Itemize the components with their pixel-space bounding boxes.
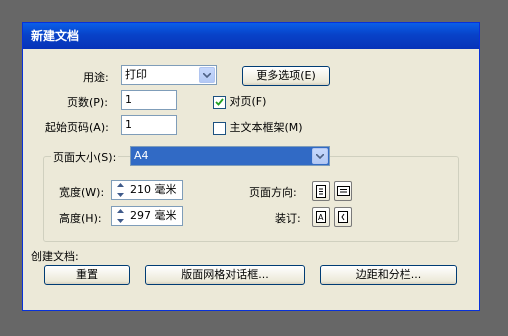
orientation-label: 页面方向: (249, 186, 297, 199)
binding-label: 装订: (275, 212, 301, 225)
width-label: 宽度(W): (59, 186, 105, 199)
spin-up-icon[interactable] (113, 206, 127, 216)
left-to-right-icon[interactable]: A (312, 207, 330, 227)
more-options-button[interactable]: 更多选项(E) (242, 66, 330, 86)
usage-select[interactable]: 打印 (121, 65, 217, 85)
pages-input[interactable]: 1 (121, 90, 177, 110)
layout-grid-button[interactable]: 版面网格对话框... (145, 265, 305, 285)
width-stepper[interactable] (113, 180, 127, 200)
usage-label: 用途: (83, 71, 109, 84)
desktop: { "window": {"title": "新建文档"}, "usage": … (0, 0, 508, 336)
reset-button[interactable]: 重置 (44, 265, 130, 285)
height-stepper[interactable] (113, 206, 127, 226)
page-size-value: A4 (134, 149, 149, 162)
height-label: 高度(H): (59, 212, 102, 225)
chevron-down-icon[interactable] (312, 148, 328, 164)
right-to-left-icon[interactable] (334, 207, 352, 227)
create-document-label: 创建文档: (31, 250, 79, 263)
start-page-label: 起始页码(A): (45, 121, 109, 134)
facing-pages-checkbox[interactable]: 对页(F) (213, 93, 266, 109)
new-document-dialog: 新建文档 用途: 打印 更多选项(E) 页数(P): 1 对页(F) 起始页码(… (22, 22, 480, 311)
dialog-title: 新建文档 (23, 23, 479, 49)
start-page-input[interactable]: 1 (121, 115, 177, 135)
chevron-down-icon[interactable] (199, 67, 215, 83)
spin-down-icon[interactable] (113, 216, 127, 226)
page-size-select[interactable]: A4 (130, 146, 330, 166)
checkbox-box (213, 121, 226, 135)
spin-down-icon[interactable] (113, 190, 127, 200)
portrait-icon[interactable] (312, 181, 330, 201)
master-text-frame-label: 主文本框架(M) (229, 121, 303, 134)
pages-label: 页数(P): (67, 96, 108, 109)
page-size-label: 页面大小(S): (51, 149, 119, 165)
checkmark-icon (213, 95, 226, 109)
master-text-frame-checkbox[interactable]: 主文本框架(M) (213, 119, 303, 135)
usage-value: 打印 (125, 68, 147, 81)
spin-up-icon[interactable] (113, 180, 127, 190)
landscape-icon[interactable] (334, 181, 352, 201)
facing-pages-label: 对页(F) (229, 95, 267, 108)
svg-text:A: A (318, 213, 324, 222)
margins-columns-button[interactable]: 边距和分栏... (320, 265, 457, 285)
